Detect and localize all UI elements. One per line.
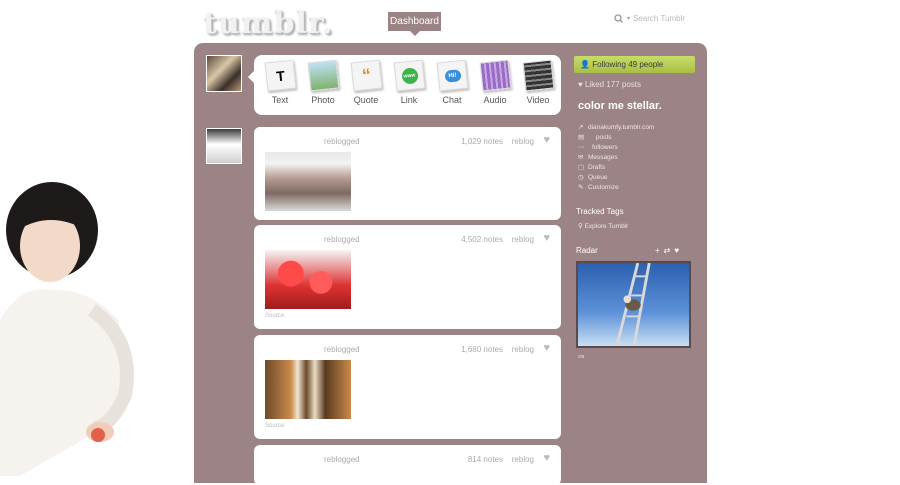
post-type-label: Chat	[442, 95, 462, 105]
post-type-label: Video	[526, 95, 550, 105]
new-text-post-button[interactable]: T Text	[260, 59, 300, 105]
post-photo[interactable]	[265, 250, 351, 309]
dashboard-post: reblogged 1,680 notes reblog ♥ Source:	[254, 335, 561, 439]
post-source[interactable]: Source:	[265, 423, 286, 429]
sidebar-item-label: dianakumfy.tumblr.com	[588, 124, 655, 131]
post-type-label: Link	[400, 95, 418, 105]
wrench-icon: ✎	[578, 184, 584, 191]
radar-photo[interactable]	[576, 261, 691, 348]
dashboard-tab[interactable]: Dashboard	[388, 12, 441, 36]
reblog-icon[interactable]: ⇄	[664, 246, 675, 255]
sidebar-item-label: Customize	[588, 184, 619, 191]
audio-icon	[479, 59, 511, 92]
radar-controls: +⇄♥	[655, 246, 683, 255]
sidebar-item-queue[interactable]: ◷ Queue	[578, 173, 608, 181]
background-girl-photo	[0, 182, 134, 476]
sidebar-item-customize[interactable]: ✎ Customize	[578, 183, 619, 191]
reblogged-label: reblogged	[324, 137, 360, 146]
mail-icon: ✉	[578, 154, 584, 161]
new-video-post-button[interactable]: Video	[518, 59, 558, 105]
drafts-icon: ▢	[578, 164, 585, 171]
link-icon: www	[393, 59, 425, 92]
like-heart-icon[interactable]: ♥	[543, 342, 550, 354]
new-audio-post-button[interactable]: Audio	[475, 59, 515, 105]
like-heart-icon[interactable]: ♥	[543, 134, 550, 146]
search-dropdown-icon: ▾	[627, 16, 631, 22]
reblog-link[interactable]: reblog	[512, 345, 534, 354]
search-input[interactable]: Search Tumblr	[633, 14, 685, 23]
search-icon: ⚲	[578, 223, 583, 230]
notes-count[interactable]: 814 notes	[468, 455, 503, 464]
reblogged-label: reblogged	[324, 345, 360, 354]
posts-icon: ▤	[578, 134, 585, 141]
liked-label: Liked 177 posts	[584, 80, 642, 89]
reblogged-label: reblogged	[324, 455, 360, 464]
post-type-label: Audio	[483, 95, 507, 105]
tracked-tags-heading: Tracked Tags	[576, 207, 624, 216]
like-heart-icon[interactable]: ♥	[543, 452, 550, 464]
following-label: Following 49 people	[592, 60, 664, 69]
quote-icon: “	[350, 59, 382, 92]
reblogged-label: reblogged	[324, 235, 360, 244]
post-type-label: Text	[271, 95, 289, 105]
like-heart-icon[interactable]: ♥	[543, 232, 550, 244]
heart-icon: ♥	[578, 80, 583, 89]
post-source[interactable]: Source:	[265, 313, 286, 319]
sidebar-item-drafts[interactable]: ▢ Drafts	[578, 163, 605, 171]
sidebar-item-followers[interactable]: ⋯ followers	[578, 143, 618, 151]
sidebar-item-label: Messages	[588, 154, 618, 161]
notes-count[interactable]: 1,680 notes	[461, 345, 503, 354]
radar-via[interactable]: via	[578, 354, 584, 360]
queue-icon: ◷	[578, 174, 584, 181]
blog-title[interactable]: color me stellar.	[578, 100, 662, 112]
notes-count[interactable]: 4,502 notes	[461, 235, 503, 244]
dashboard-post: reblogged 1,029 notes reblog ♥	[254, 127, 561, 220]
dashboard-post: reblogged 814 notes reblog ♥	[254, 445, 561, 485]
search-box[interactable]: ▾ Search Tumblr	[614, 14, 685, 23]
text-icon: T	[264, 59, 296, 92]
post-photo[interactable]	[265, 152, 351, 211]
video-icon	[522, 59, 554, 92]
following-button[interactable]: 👤 Following 49 people	[574, 56, 695, 73]
sidebar-item-label: Queue	[588, 174, 608, 181]
reblog-link[interactable]: reblog	[512, 455, 534, 464]
post-type-bar: T Text Photo “ Quote www Link Hi! Chat A…	[248, 55, 561, 115]
sidebar-item-blog-url[interactable]: ↗ dianakumfy.tumblr.com	[578, 123, 654, 131]
explore-tumblr-link[interactable]: ⚲ Explore Tumblr	[578, 222, 628, 230]
chat-icon: Hi!	[436, 59, 468, 92]
post-photo[interactable]	[265, 360, 351, 419]
post-author-avatar[interactable]	[206, 128, 242, 164]
search-icon	[614, 14, 624, 23]
notes-count[interactable]: 1,029 notes	[461, 137, 503, 146]
reblog-link[interactable]: reblog	[512, 235, 534, 244]
person-icon: 👤	[580, 60, 590, 69]
dashboard-post: reblogged 4,502 notes reblog ♥ Source:	[254, 225, 561, 329]
tumblr-logo[interactable]: tumblr.	[203, 6, 333, 41]
external-link-icon: ↗	[578, 124, 584, 131]
heart-icon[interactable]: ♥	[674, 246, 683, 255]
sidebar-item-messages[interactable]: ✉ Messages	[578, 153, 618, 161]
plus-icon[interactable]: +	[655, 246, 664, 255]
user-avatar[interactable]	[206, 55, 242, 92]
photo-icon	[307, 59, 339, 92]
followers-icon: ⋯	[578, 144, 585, 151]
new-quote-post-button[interactable]: “ Quote	[346, 59, 386, 105]
explore-label: Explore Tumblr	[584, 223, 629, 230]
reblog-link[interactable]: reblog	[512, 137, 534, 146]
new-link-post-button[interactable]: www Link	[389, 59, 429, 105]
sidebar-item-label: Drafts	[588, 164, 606, 171]
post-type-label: Quote	[353, 95, 379, 105]
radar-heading: Radar	[576, 246, 598, 255]
post-type-label: Photo	[311, 95, 335, 105]
new-chat-post-button[interactable]: Hi! Chat	[432, 59, 472, 105]
new-photo-post-button[interactable]: Photo	[303, 59, 343, 105]
sidebar-item-posts[interactable]: ▤ posts	[578, 133, 612, 141]
liked-posts-link[interactable]: ♥ Liked 177 posts	[578, 80, 641, 89]
sidebar-item-label: followers	[592, 144, 618, 151]
sidebar-item-label: posts	[596, 134, 612, 141]
